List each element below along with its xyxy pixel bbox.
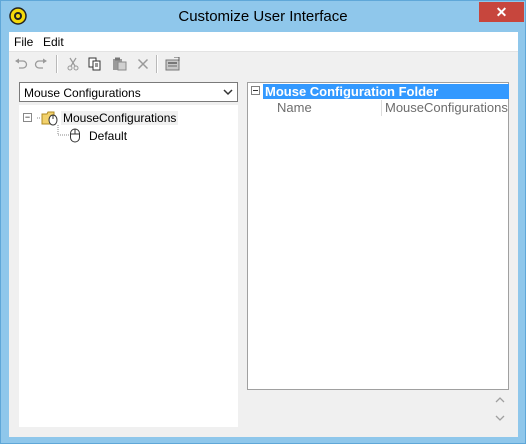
description-panel (247, 392, 509, 428)
menu-bar: File Edit (9, 32, 518, 52)
tree-view[interactable]: − MouseConfigurations Default (19, 105, 238, 427)
property-name: Name (277, 100, 312, 115)
mouse-icon (70, 128, 80, 143)
chevron-up-icon[interactable] (494, 394, 506, 406)
window-title: Customize User Interface (178, 8, 348, 25)
tree-item-mouseconfigurations[interactable]: MouseConfigurations (61, 111, 179, 125)
close-button[interactable]: ✕ (479, 2, 524, 22)
configuration-dropdown[interactable]: Mouse Configurations (19, 82, 238, 102)
toolbar-separator (156, 55, 158, 73)
property-category-header[interactable]: Mouse Configuration Folder (263, 84, 509, 99)
delete-icon[interactable] (133, 54, 153, 74)
undo-icon[interactable] (11, 54, 31, 74)
cut-icon[interactable] (63, 54, 83, 74)
copy-icon[interactable] (85, 54, 105, 74)
property-divider[interactable] (381, 100, 382, 116)
properties-icon[interactable] (163, 54, 183, 74)
category-collapse-toggle[interactable] (251, 86, 260, 95)
client-area: File Edit Mouse Configurations − MouseCo… (9, 32, 518, 437)
menu-edit[interactable]: Edit (43, 35, 64, 49)
property-grid[interactable]: Mouse Configuration Folder Name MouseCon… (247, 82, 509, 390)
main-window: Customize User Interface ✕ File Edit Mou… (0, 0, 526, 444)
redo-icon[interactable] (31, 54, 51, 74)
title-bar[interactable]: Customize User Interface ✕ (1, 1, 525, 32)
tree-item-default[interactable]: Default (89, 129, 127, 143)
menu-file[interactable]: File (14, 35, 33, 49)
toolbar (9, 52, 518, 76)
toolbar-separator (56, 55, 58, 73)
chevron-down-icon[interactable] (494, 412, 506, 424)
chevron-down-icon[interactable] (223, 87, 233, 97)
property-row[interactable]: Name MouseConfigurations (273, 100, 509, 116)
tree-expander[interactable]: − (23, 113, 32, 122)
paste-icon[interactable] (109, 54, 129, 74)
folder-mouse-icon (41, 111, 58, 126)
dropdown-value: Mouse Configurations (24, 86, 141, 100)
property-value[interactable]: MouseConfigurations (385, 100, 508, 115)
